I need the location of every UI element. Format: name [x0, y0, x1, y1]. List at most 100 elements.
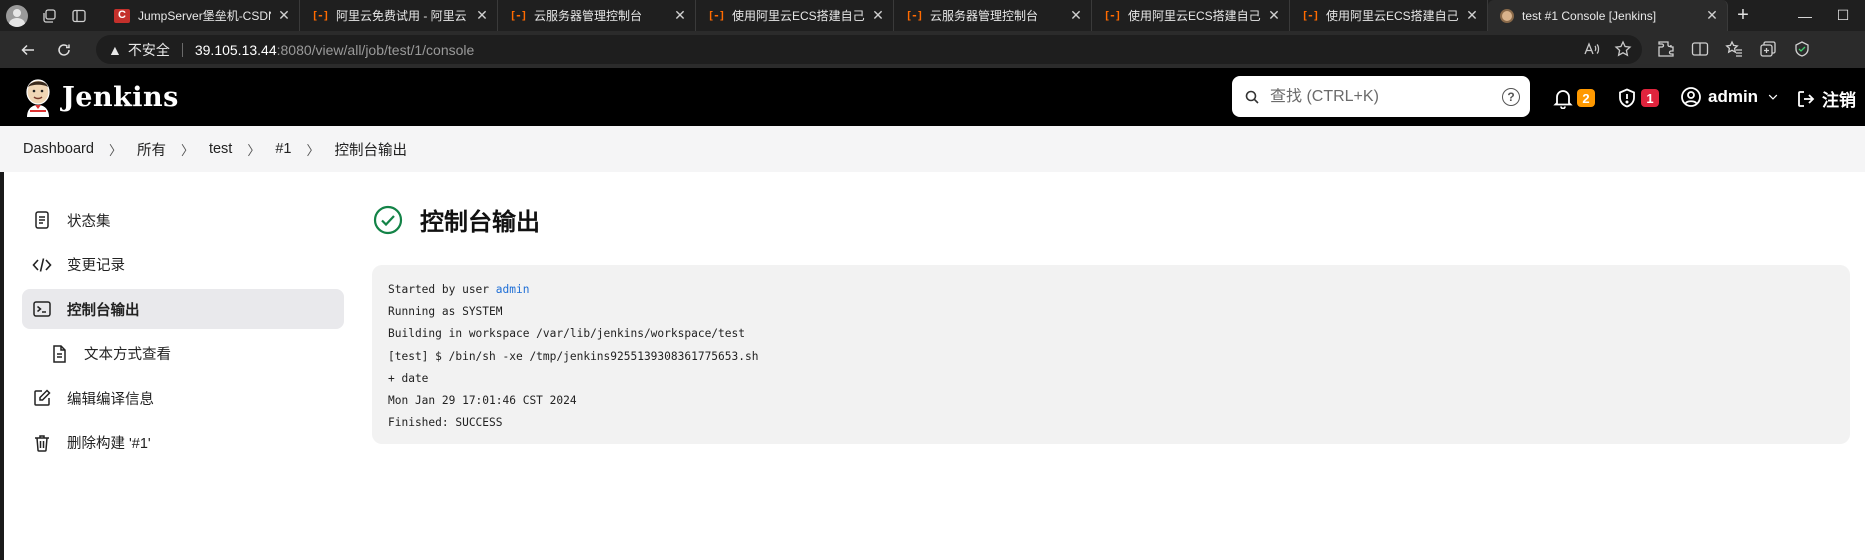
- terminal-icon: [33, 301, 51, 317]
- tab-title: 阿里云免费试用 - 阿里云: [336, 9, 467, 23]
- address-divider: [181, 42, 183, 57]
- reload-icon: [58, 43, 70, 56]
- notifications-count-badge: 2: [1577, 89, 1595, 107]
- tab-title: 云服务器管理控制台: [930, 9, 1039, 23]
- tab-actions-button[interactable]: [64, 0, 94, 31]
- aliyun-favicon-icon: [-]: [1301, 9, 1320, 22]
- tab-close-icon[interactable]: ✕: [871, 7, 885, 24]
- browser-tab[interactable]: [-] 使用阿里云ECS搭建自己 ✕: [1092, 0, 1290, 31]
- shield-alert-icon: [1619, 88, 1635, 108]
- warning-icon: ▲: [108, 41, 122, 58]
- jenkins-favicon-icon: [1500, 8, 1514, 23]
- username: admin: [1708, 87, 1759, 106]
- new-tab-button[interactable]: +: [1728, 0, 1758, 31]
- breadcrumb-item[interactable]: Dashboard: [23, 141, 94, 157]
- bell-icon: [1553, 90, 1573, 109]
- side-item-status[interactable]: 状态集: [22, 200, 344, 240]
- console-started-by: Started by user: [388, 283, 496, 296]
- browser-essentials-icon[interactable]: [1792, 39, 1812, 59]
- side-item-plain-text[interactable]: 文本方式查看: [22, 334, 344, 374]
- security-count-badge: 1: [1641, 89, 1659, 107]
- jenkins-butler-icon: [26, 79, 50, 117]
- favorite-star-icon[interactable]: [1614, 40, 1632, 58]
- tab-title: 使用阿里云ECS搭建自己: [732, 9, 865, 23]
- maximize-button[interactable]: ☐: [1821, 0, 1865, 31]
- breadcrumb-item[interactable]: #1: [275, 141, 291, 157]
- workspaces-button[interactable]: [34, 0, 64, 31]
- favorites-icon[interactable]: [1724, 39, 1744, 59]
- side-item-label: 控制台输出: [67, 302, 140, 319]
- browser-tab-active[interactable]: test #1 Console [Jenkins] ✕: [1488, 0, 1728, 31]
- console-line: Mon Jan 29 17:01:46 CST 2024: [388, 393, 577, 407]
- tab-close-icon[interactable]: ✕: [475, 7, 489, 24]
- tab-close-icon[interactable]: ✕: [1705, 7, 1719, 24]
- user-link[interactable]: admin: [496, 283, 530, 296]
- user-avatar-icon: [1681, 87, 1701, 107]
- back-button[interactable]: [10, 31, 46, 68]
- success-check-icon: [373, 205, 403, 234]
- security-status[interactable]: 不安全: [128, 40, 170, 60]
- console-output: Started by user admin Running as SYSTEM …: [372, 265, 1850, 444]
- browser-toolbar: ▲ 不安全 39.105.13.44 :8080/view/all/job/te…: [0, 31, 1865, 68]
- tab-close-icon[interactable]: ✕: [673, 7, 687, 24]
- tab-close-icon[interactable]: ✕: [1267, 7, 1281, 24]
- page-title: 控制台输出: [420, 209, 540, 236]
- search-help-icon[interactable]: ?: [1502, 87, 1520, 106]
- browser-tab[interactable]: [-] 云服务器管理控制台 ✕: [894, 0, 1092, 31]
- side-item-label: 变更记录: [67, 258, 125, 274]
- side-item-edit-build-info[interactable]: 编辑编译信息: [22, 378, 344, 418]
- side-item-label: 删除构建 '#1': [67, 436, 151, 452]
- security-alerts-button[interactable]: 1: [1616, 87, 1659, 109]
- reload-button[interactable]: [46, 31, 82, 68]
- aliyun-favicon-icon: [-]: [905, 9, 924, 22]
- breadcrumb-item-current[interactable]: 控制台输出: [335, 139, 408, 160]
- read-aloud-icon[interactable]: [1582, 40, 1600, 58]
- tab-close-icon[interactable]: ✕: [277, 7, 291, 24]
- side-item-delete-build[interactable]: 删除构建 '#1': [22, 423, 344, 463]
- tab-title: test #1 Console [Jenkins]: [1522, 8, 1657, 23]
- breadcrumb-item[interactable]: test: [209, 141, 232, 157]
- browser-tab[interactable]: [-] 使用阿里云ECS搭建自己 ✕: [1290, 0, 1488, 31]
- side-item-label: 文本方式查看: [84, 347, 171, 363]
- search-input[interactable]: [1270, 87, 1502, 106]
- side-item-label: 状态集: [67, 213, 111, 230]
- logout-button[interactable]: 注销: [1796, 86, 1856, 111]
- workspaces-icon: [43, 8, 56, 23]
- breadcrumb-chevron-icon: 〉: [108, 142, 122, 158]
- console-line: + date: [388, 371, 429, 385]
- jenkins-logo[interactable]: Jenkins: [22, 77, 179, 117]
- jenkins-header: Jenkins ? 2 1 admin 注销: [0, 68, 1865, 126]
- browser-tab[interactable]: [-] 阿里云免费试用 - 阿里云 ✕: [300, 0, 498, 31]
- tab-title: JumpServer堡垒机-CSDN: [138, 9, 271, 23]
- console-line: [test] $ /bin/sh -xe /tmp/jenkins9255139…: [388, 349, 759, 363]
- back-arrow-icon: [21, 44, 34, 55]
- user-menu[interactable]: admin: [1680, 86, 1786, 108]
- collections-icon[interactable]: [1758, 39, 1778, 59]
- split-screen-icon[interactable]: [1690, 39, 1710, 59]
- address-bar[interactable]: ▲ 不安全 39.105.13.44 :8080/view/all/job/te…: [96, 35, 1642, 64]
- aliyun-favicon-icon: [-]: [707, 9, 726, 22]
- console-line: Running as SYSTEM: [388, 305, 503, 319]
- page-title-row: 控制台输出: [372, 202, 540, 237]
- address-bar-actions: [1582, 40, 1632, 58]
- browser-tab[interactable]: [-] 使用阿里云ECS搭建自己 ✕: [696, 0, 894, 31]
- side-item-changes[interactable]: 变更记录: [22, 245, 344, 285]
- breadcrumb-chevron-icon: 〉: [306, 142, 320, 158]
- tab-title: 云服务器管理控制台: [534, 9, 643, 23]
- url-path: :8080/view/all/job/test/1/console: [276, 41, 475, 58]
- console-line: Building in workspace /var/lib/jenkins/w…: [388, 327, 745, 341]
- tab-close-icon[interactable]: ✕: [1465, 7, 1479, 24]
- browser-tab[interactable]: C JumpServer堡垒机-CSDN ✕: [102, 0, 300, 31]
- profile-button[interactable]: [0, 0, 34, 31]
- breadcrumb-chevron-icon: 〉: [247, 142, 261, 158]
- notifications-button[interactable]: 2: [1552, 87, 1595, 109]
- url-host: 39.105.13.44: [194, 41, 277, 58]
- breadcrumb: Dashboard 〉 所有 〉 test 〉 #1 〉 控制台输出: [0, 126, 1865, 172]
- search-box[interactable]: ?: [1232, 76, 1530, 117]
- extensions-icon[interactable]: [1656, 39, 1676, 59]
- breadcrumb-item[interactable]: 所有: [137, 139, 166, 160]
- side-item-console-output[interactable]: 控制台输出: [22, 289, 344, 329]
- tab-close-icon[interactable]: ✕: [1069, 7, 1083, 24]
- browser-tab[interactable]: [-] 云服务器管理控制台 ✕: [498, 0, 696, 31]
- tab-title: 使用阿里云ECS搭建自己: [1128, 9, 1261, 23]
